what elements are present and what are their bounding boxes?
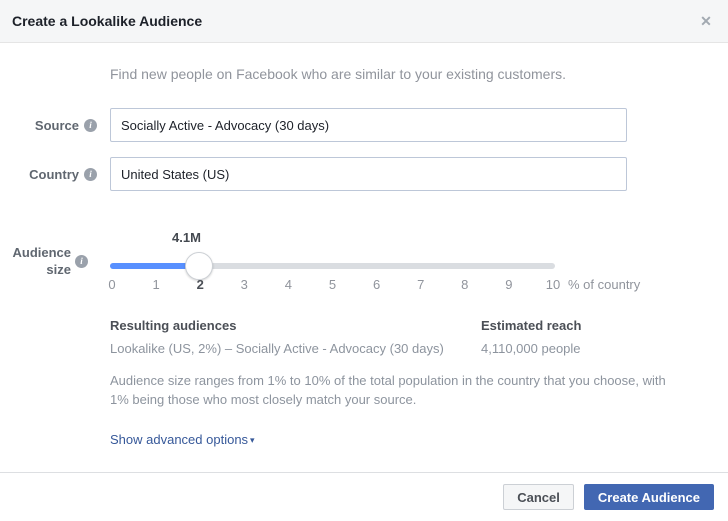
estimated-reach-header: Estimated reach (481, 318, 581, 333)
dialog-title: Create a Lookalike Audience (12, 13, 202, 29)
slider-tick-label: 7 (406, 277, 436, 292)
cancel-button[interactable]: Cancel (503, 484, 574, 510)
country-label-block: Country i (0, 157, 97, 191)
slider-value-label: 4.1M (172, 230, 201, 245)
close-icon[interactable]: ✕ (694, 0, 718, 42)
estimated-reach-value: 4,110,000 people (481, 341, 581, 356)
slider-tick-label: 0 (97, 277, 127, 292)
country-label: Country (29, 167, 79, 182)
audience-size-slider-track[interactable] (110, 263, 555, 269)
slider-tick-label: 1 (141, 277, 171, 292)
audience-size-label-block: Audience size i (0, 244, 88, 278)
create-lookalike-audience-dialog: Create a Lookalike Audience ✕ Find new p… (0, 0, 728, 521)
intro-text: Find new people on Facebook who are simi… (110, 66, 566, 82)
country-info-icon[interactable]: i (84, 168, 97, 181)
slider-tick-label: 5 (318, 277, 348, 292)
slider-tick-label: 8 (450, 277, 480, 292)
slider-unit-label: % of country (568, 277, 640, 292)
resulting-audiences-header: Resulting audiences (110, 318, 236, 333)
audience-size-slider-handle[interactable] (185, 252, 213, 280)
source-info-icon[interactable]: i (84, 119, 97, 132)
create-audience-button[interactable]: Create Audience (584, 484, 714, 510)
country-input[interactable] (110, 157, 627, 191)
caret-down-icon: ▾ (250, 435, 255, 445)
source-label-block: Source i (0, 108, 97, 142)
slider-tick-label: 6 (362, 277, 392, 292)
slider-tick-label: 3 (229, 277, 259, 292)
dialog-header: Create a Lookalike Audience (0, 0, 728, 43)
audience-size-label: Audience size (12, 244, 71, 278)
source-label: Source (35, 118, 79, 133)
audience-size-info-icon[interactable]: i (75, 255, 88, 268)
source-input[interactable] (110, 108, 627, 142)
resulting-audience-value: Lookalike (US, 2%) – Socially Active - A… (110, 341, 444, 356)
slider-tick-label: 9 (494, 277, 524, 292)
show-advanced-options-link[interactable]: Show advanced options▾ (110, 432, 255, 447)
slider-tick-label: 4 (273, 277, 303, 292)
dialog-footer: Cancel Create Audience (0, 472, 728, 521)
audience-size-note: Audience size ranges from 1% to 10% of t… (110, 371, 670, 409)
slider-tick-label: 10 (538, 277, 568, 292)
slider-tick-label: 2 (185, 277, 215, 292)
